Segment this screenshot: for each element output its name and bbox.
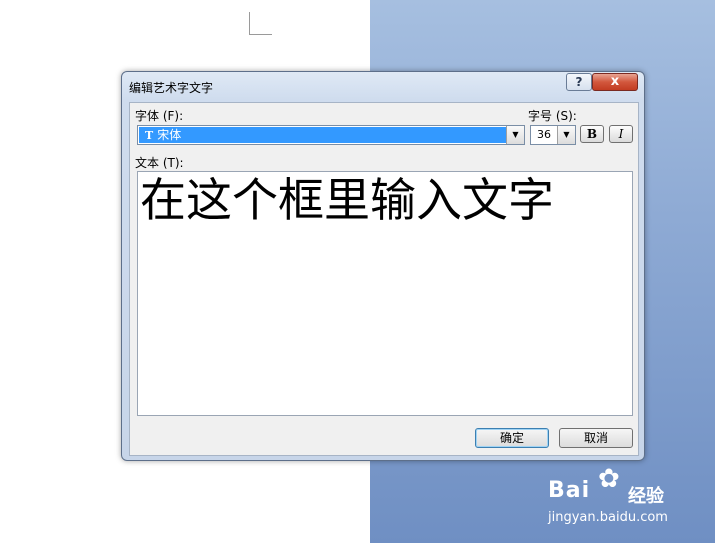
watermark-brand: Bai bbox=[548, 478, 591, 503]
bold-button[interactable]: B bbox=[580, 125, 604, 143]
cancel-button[interactable]: 取消 bbox=[559, 428, 633, 448]
dropdown-arrow-icon[interactable]: ▼ bbox=[557, 126, 575, 144]
font-label: 字体 (F): bbox=[135, 109, 184, 123]
font-selected-value: T 宋体 bbox=[139, 127, 506, 143]
text-value: 在这个框里输入文字 bbox=[140, 173, 554, 227]
dialog-client-area: 字体 (F): 字号 (S): T 宋体 ▼ 36 ▼ B I 文本 (T): 在… bbox=[129, 102, 639, 456]
page-corner-mark bbox=[249, 12, 272, 35]
dialog-title: 编辑艺术字文字 bbox=[129, 81, 214, 95]
help-icon[interactable]: ? bbox=[566, 73, 592, 91]
edit-wordart-dialog: 编辑艺术字文字 ? x 字体 (F): 字号 (S): T 宋体 ▼ 36 ▼ B… bbox=[121, 71, 645, 461]
watermark-brand-cn: 经验 bbox=[628, 486, 664, 507]
size-value: 36 bbox=[537, 128, 551, 141]
dropdown-arrow-icon[interactable]: ▼ bbox=[506, 126, 524, 144]
font-select[interactable]: T 宋体 ▼ bbox=[137, 125, 525, 145]
size-select[interactable]: 36 ▼ bbox=[530, 125, 576, 145]
ok-button[interactable]: 确定 bbox=[475, 428, 549, 448]
size-label: 字号 (S): bbox=[528, 109, 577, 123]
close-icon[interactable]: x bbox=[592, 73, 638, 91]
text-label: 文本 (T): bbox=[135, 156, 184, 170]
italic-button[interactable]: I bbox=[609, 125, 633, 143]
font-value: 宋体 bbox=[157, 128, 182, 142]
text-input[interactable]: 在这个框里输入文字 bbox=[137, 171, 633, 416]
paw-icon: ✿ bbox=[598, 464, 620, 494]
watermark-url: jingyan.baidu.com bbox=[548, 510, 668, 525]
truetype-icon: T bbox=[145, 129, 154, 142]
baidu-watermark: Bai ✿ 经验 jingyan.baidu.com bbox=[548, 464, 698, 530]
